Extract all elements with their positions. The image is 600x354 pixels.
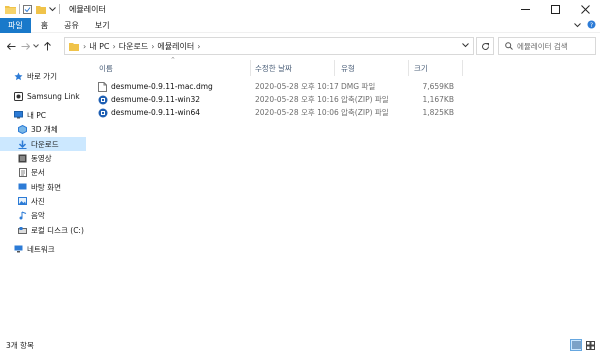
samsung-link-icon xyxy=(14,91,23,101)
search-box[interactable] xyxy=(498,37,596,55)
table-row[interactable]: desmume-0.9.11-win64 2020-05-28 오후 10:06… xyxy=(96,106,471,119)
large-icons-view-button[interactable] xyxy=(584,339,596,351)
drive-icon xyxy=(18,226,27,235)
nav-this-pc[interactable]: 내 PC xyxy=(0,108,86,122)
search-input[interactable] xyxy=(517,41,595,51)
folder-icon xyxy=(69,42,79,51)
sort-ascending-icon: ⌃ xyxy=(170,56,176,64)
nav-videos[interactable]: 동영상 xyxy=(0,151,86,165)
breadcrumb-current[interactable]: 에뮬레이터 xyxy=(157,41,194,52)
help-icon[interactable]: ? xyxy=(587,20,596,31)
expand-ribbon-icon[interactable] xyxy=(574,21,581,30)
chevron-down-icon[interactable] xyxy=(49,0,56,18)
nav-music[interactable]: 음악 xyxy=(0,208,86,222)
column-header-size[interactable]: 크기 xyxy=(414,60,428,76)
network-icon xyxy=(14,245,23,254)
file-type: DMG 파일 xyxy=(341,82,376,91)
breadcrumb-downloads[interactable]: 다운로드 xyxy=(119,41,148,52)
tab-share[interactable]: 공유 xyxy=(56,18,87,33)
back-button[interactable] xyxy=(4,36,18,56)
nav-pictures[interactable]: 사진 xyxy=(0,194,86,208)
nav-downloads[interactable]: 다운로드 xyxy=(0,137,86,151)
large-icons-view-icon xyxy=(585,340,595,350)
breadcrumb-this-pc[interactable]: 내 PC xyxy=(89,41,109,52)
download-icon xyxy=(18,140,27,149)
column-header-name[interactable]: 이름 xyxy=(99,60,113,76)
ribbon-tabs: 파일 홈 공유 보기 ? xyxy=(0,17,600,33)
file-list: ⌃ 이름 수정한 날짜 유형 크기 desmume-0.9.11-mac.dmg… xyxy=(88,56,600,336)
table-row[interactable]: desmume-0.9.11-mac.dmg 2020-05-28 오후 10:… xyxy=(96,80,471,93)
zip-file-icon xyxy=(98,108,108,118)
minimize-icon xyxy=(520,8,530,10)
file-size: 1,825KB xyxy=(422,108,454,117)
address-row: › 내 PC › 다운로드 › 에뮬레이터 › xyxy=(0,35,600,57)
nav-documents[interactable]: 문서 xyxy=(0,165,86,179)
close-button[interactable] xyxy=(570,0,600,18)
status-bar: 3개 항목 xyxy=(0,336,600,354)
file-name: desmume-0.9.11-win32 xyxy=(111,95,201,104)
file-date: 2020-05-28 오후 10:16 xyxy=(255,95,339,104)
video-icon xyxy=(18,154,27,163)
navigation-pane: 바로 가기 Samsung Link 내 PC 3D 개체 다운로드 동영상 문… xyxy=(0,58,87,336)
nav-samsung-link[interactable]: Samsung Link xyxy=(0,89,86,103)
pictures-icon xyxy=(18,197,27,206)
file-date: 2020-05-28 오후 10:17 xyxy=(255,82,339,91)
nav-3d-objects[interactable]: 3D 개체 xyxy=(0,122,86,136)
address-bar[interactable]: › 내 PC › 다운로드 › 에뮬레이터 › xyxy=(64,37,474,55)
maximize-button[interactable] xyxy=(540,0,570,18)
item-count: 3개 항목 xyxy=(6,340,34,350)
nav-network[interactable]: 네트워크 xyxy=(0,242,86,256)
zip-file-icon xyxy=(98,95,108,105)
up-button[interactable] xyxy=(40,36,54,56)
file-name: desmume-0.9.11-win64 xyxy=(111,108,201,117)
refresh-button[interactable] xyxy=(476,37,494,55)
minimize-button[interactable] xyxy=(510,0,540,18)
svg-text:?: ? xyxy=(590,22,593,29)
properties-icon[interactable] xyxy=(23,0,32,18)
file-size: 1,167KB xyxy=(422,95,454,104)
3d-objects-icon xyxy=(18,124,27,134)
dmg-file-icon xyxy=(98,82,108,92)
new-folder-icon[interactable] xyxy=(36,0,46,18)
nav-local-disk[interactable]: 로컬 디스크 (C:) xyxy=(0,223,86,237)
file-size: 7,659KB xyxy=(422,82,454,91)
column-header-type[interactable]: 유형 xyxy=(341,60,355,76)
close-icon xyxy=(580,4,590,14)
title-bar: 에뮬레이터 xyxy=(0,0,600,18)
nav-quick-access[interactable]: 바로 가기 xyxy=(0,69,86,83)
nav-desktop[interactable]: 바탕 화면 xyxy=(0,180,86,194)
pc-icon xyxy=(14,111,23,120)
details-view-icon xyxy=(571,341,581,349)
star-icon xyxy=(14,72,23,81)
file-type: 압축(ZIP) 파일 xyxy=(341,108,389,117)
music-icon xyxy=(18,211,27,220)
document-icon xyxy=(18,167,27,177)
column-header-date[interactable]: 수정한 날짜 xyxy=(255,60,292,76)
tab-file[interactable]: 파일 xyxy=(0,17,31,33)
details-view-button[interactable] xyxy=(570,339,582,351)
maximize-icon xyxy=(550,4,560,14)
file-name: desmume-0.9.11-mac.dmg xyxy=(111,82,213,91)
arrow-up-icon xyxy=(43,41,51,50)
window-title: 에뮬레이터 xyxy=(69,4,106,14)
tab-home[interactable]: 홈 xyxy=(33,18,56,33)
table-row[interactable]: desmume-0.9.11-win32 2020-05-28 오후 10:16… xyxy=(96,93,471,106)
chevron-down-icon xyxy=(33,44,39,48)
file-date: 2020-05-28 오후 10:06 xyxy=(255,108,339,117)
folder-icon xyxy=(5,0,16,18)
forward-button[interactable] xyxy=(18,36,32,56)
recent-locations-button[interactable] xyxy=(32,36,40,56)
arrow-left-icon xyxy=(6,42,15,50)
tab-view[interactable]: 보기 xyxy=(87,18,118,33)
file-type: 압축(ZIP) 파일 xyxy=(341,95,389,104)
desktop-icon xyxy=(18,183,27,192)
arrow-right-icon xyxy=(21,42,30,50)
address-history-icon[interactable] xyxy=(462,41,469,50)
search-icon xyxy=(505,42,513,50)
refresh-icon xyxy=(481,42,489,50)
